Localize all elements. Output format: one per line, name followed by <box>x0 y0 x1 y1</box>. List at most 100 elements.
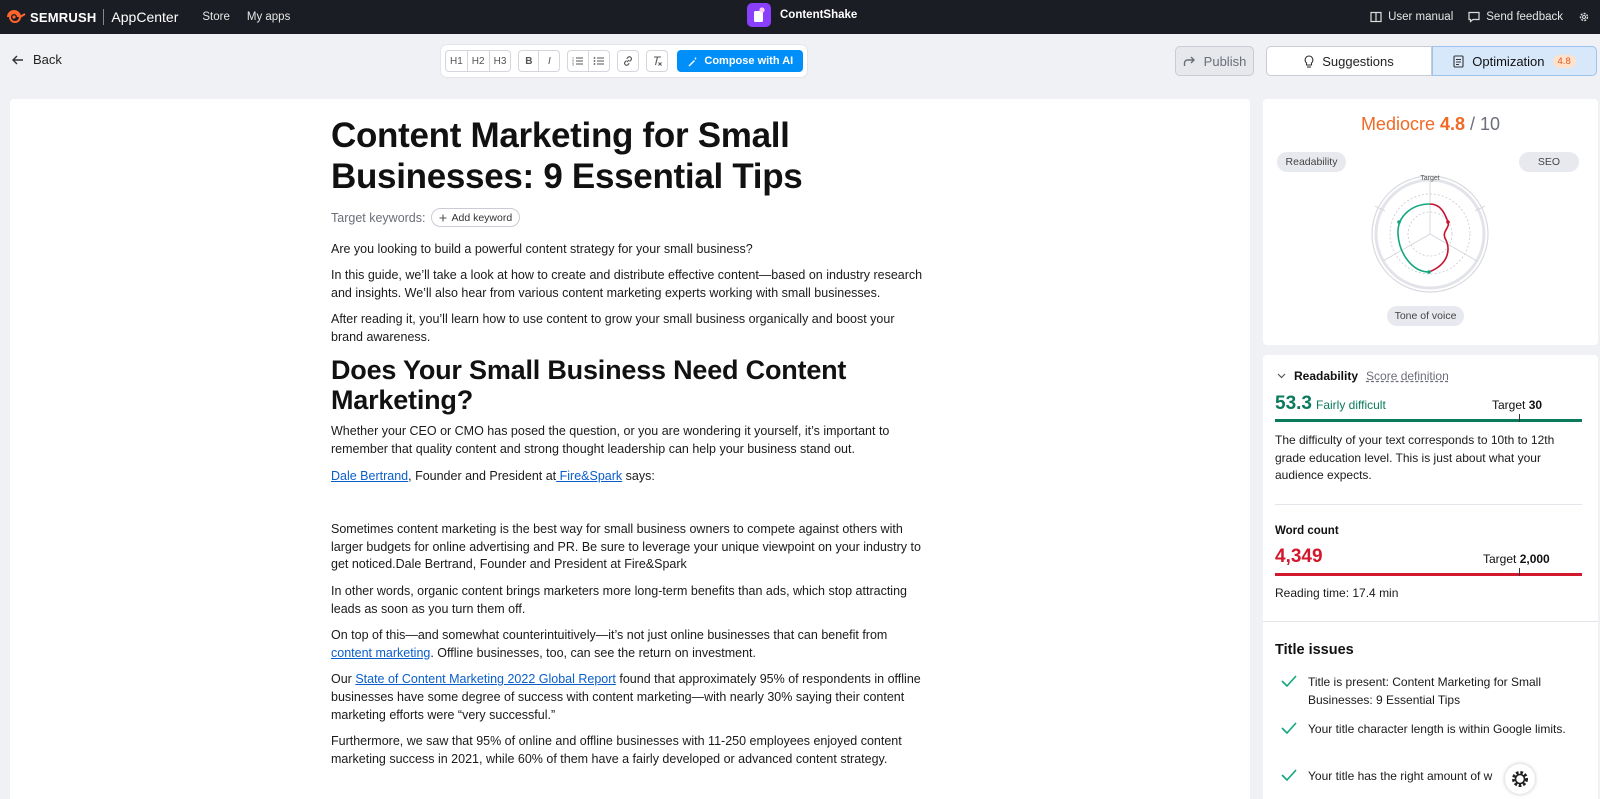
score-radar-chart: Target <box>1371 175 1489 293</box>
list-group: 123 <box>567 50 611 72</box>
semrush-logo[interactable]: SEMRUSH AppCenter <box>6 9 178 25</box>
settings-gear-icon[interactable] <box>1578 11 1590 23</box>
nav-my-apps[interactable]: My apps <box>247 11 290 23</box>
text-span: . Offline businesses, too, can see the r… <box>430 645 757 660</box>
document-icon <box>1453 54 1464 68</box>
text-span: Our <box>331 671 356 686</box>
content-marketing-link[interactable]: content marketing <box>331 646 430 660</box>
readability-description: The difficulty of your text corresponds … <box>1275 433 1555 482</box>
section-divider <box>1275 504 1582 505</box>
section-divider <box>1263 621 1598 622</box>
check-icon <box>1281 768 1299 787</box>
magic-pen-icon <box>688 56 698 66</box>
word-count-target-tick <box>1519 568 1520 576</box>
text-span: says: <box>622 468 655 483</box>
readability-panel: Readability Score definition 53.3 Fairly … <box>1263 355 1598 799</box>
compose-label: Compose with AI <box>704 55 794 67</box>
back-label: Back <box>33 52 62 67</box>
tone-of-voice-pill[interactable]: Tone of voice <box>1387 306 1464 326</box>
word-count-target: Target 2,000 <box>1483 552 1550 566</box>
paragraph[interactable]: Our State of Content Marketing 2022 Glob… <box>331 671 923 724</box>
editor-canvas[interactable]: Content Marketing for Small Businesses: … <box>10 99 1250 799</box>
publish-button[interactable]: Publish <box>1175 46 1254 76</box>
score-definition-link[interactable]: Score definition <box>1366 369 1449 383</box>
seo-pill[interactable]: SEO <box>1519 152 1579 172</box>
paragraph[interactable]: In other words, organic content brings m… <box>331 583 923 619</box>
readability-pill[interactable]: Readability <box>1277 152 1346 172</box>
clear-format-icon <box>654 56 663 66</box>
text-span: On top of this—and somewhat counterintui… <box>331 627 888 642</box>
report-link[interactable]: State of Content Marketing 2022 Global R… <box>355 672 616 686</box>
link-button[interactable] <box>617 50 640 72</box>
book-icon <box>1370 11 1382 23</box>
ordered-list-button[interactable]: 123 <box>567 50 590 72</box>
wc-target-value: 2,000 <box>1519 552 1550 566</box>
target-value: 30 <box>1528 398 1543 412</box>
tab-suggestions[interactable]: Suggestions <box>1266 46 1432 76</box>
text-span: , Founder and President at <box>408 468 557 483</box>
user-manual-link[interactable]: User manual <box>1370 11 1453 23</box>
paragraph[interactable]: In this guide, we’ll take a look at how … <box>331 267 923 303</box>
word-count-title: Word count <box>1275 525 1339 537</box>
score-max: / 10 <box>1470 114 1501 134</box>
document-title[interactable]: Content Marketing for Small Businesses: … <box>331 115 923 197</box>
score-value: 4.8 <box>1439 114 1466 134</box>
lightbulb-icon <box>1304 54 1314 68</box>
plus-icon <box>439 214 447 221</box>
score-panel: Mediocre 4.8 / 10 Readability SEO Target… <box>1263 99 1598 345</box>
quote-spacer <box>331 485 923 512</box>
nav-store[interactable]: Store <box>202 11 230 23</box>
overall-score: Mediocre 4.8 / 10 <box>1263 114 1598 135</box>
title-issue-text: Title is present: Content Marketing for … <box>1308 675 1541 707</box>
word-count-bar <box>1275 573 1582 576</box>
tab-optimization[interactable]: Optimization 4.8 <box>1432 46 1597 76</box>
title-issue-item: Title is present: Content Marketing for … <box>1281 674 1577 709</box>
readability-header[interactable]: Readability Score definition <box>1277 369 1449 383</box>
back-button[interactable]: Back <box>12 52 62 67</box>
paragraph[interactable]: Dale Bertrand, Founder and President at … <box>331 468 923 486</box>
editor-toolbar: Back H1 H2 H3 B I 123 Compose with AI Pu… <box>0 34 1600 88</box>
tab-suggestions-label: Suggestions <box>1322 53 1394 69</box>
radar-target-label: Target <box>1420 175 1440 182</box>
share-arrow-icon <box>1183 56 1195 66</box>
paragraph[interactable]: Are you looking to build a powerful cont… <box>331 241 923 259</box>
side-panel-tabs: Suggestions Optimization 4.8 <box>1266 46 1597 76</box>
h3-button[interactable]: H3 <box>489 50 512 72</box>
quote-paragraph[interactable]: Sometimes content marketing is the best … <box>331 521 923 574</box>
clear-format-button[interactable] <box>646 50 669 72</box>
add-keyword-button[interactable]: Add keyword <box>431 208 521 227</box>
target-keywords-row: Target keywords: Add keyword <box>331 208 923 227</box>
paragraph[interactable]: After reading it, you’ll learn how to us… <box>331 311 923 347</box>
wc-target-label: Target <box>1483 552 1517 566</box>
semrush-flame-icon <box>7 10 26 23</box>
h1-button[interactable]: H1 <box>445 50 468 72</box>
readability-value: 53.3 <box>1275 393 1312 414</box>
floating-settings-button[interactable] <box>1505 764 1535 794</box>
chevron-down-icon[interactable] <box>1277 373 1286 379</box>
top-right-links: User manual Send feedback <box>1370 0 1590 34</box>
heading-group: H1 H2 H3 <box>445 50 512 72</box>
send-feedback-link[interactable]: Send feedback <box>1468 11 1563 23</box>
target-keywords-label: Target keywords: <box>331 210 426 225</box>
reading-time: Reading time: 17.4 min <box>1275 586 1399 600</box>
bullet-list-button[interactable] <box>589 50 611 72</box>
bold-button[interactable]: B <box>518 50 540 72</box>
send-feedback-label: Send feedback <box>1486 11 1563 23</box>
document[interactable]: Content Marketing for Small Businesses: … <box>331 115 923 768</box>
company-link[interactable]: Fire&Spark <box>556 469 623 483</box>
link-icon <box>624 56 633 66</box>
paragraph[interactable]: Furthermore, we saw that 95% of online a… <box>331 733 923 769</box>
author-link[interactable]: Dale Bertrand <box>331 469 408 483</box>
title-issue-item: Your title character length is within Go… <box>1281 721 1577 740</box>
check-icon <box>1281 674 1299 709</box>
top-bar: SEMRUSH AppCenter Store My apps ContentS… <box>0 0 1600 34</box>
paragraph[interactable]: Whether your CEO or CMO has posed the qu… <box>331 423 923 459</box>
word-count-value: 4,349 <box>1275 546 1323 567</box>
readability-target-tick <box>1519 414 1520 422</box>
h2-button[interactable]: H2 <box>467 50 490 72</box>
paragraph[interactable]: On top of this—and somewhat counterintui… <box>331 627 923 663</box>
appcenter-label: AppCenter <box>111 9 179 25</box>
compose-with-ai-button[interactable]: Compose with AI <box>677 50 804 72</box>
italic-button[interactable]: I <box>539 50 561 72</box>
section-heading[interactable]: Does Your Small Business Need Content Ma… <box>331 355 923 415</box>
